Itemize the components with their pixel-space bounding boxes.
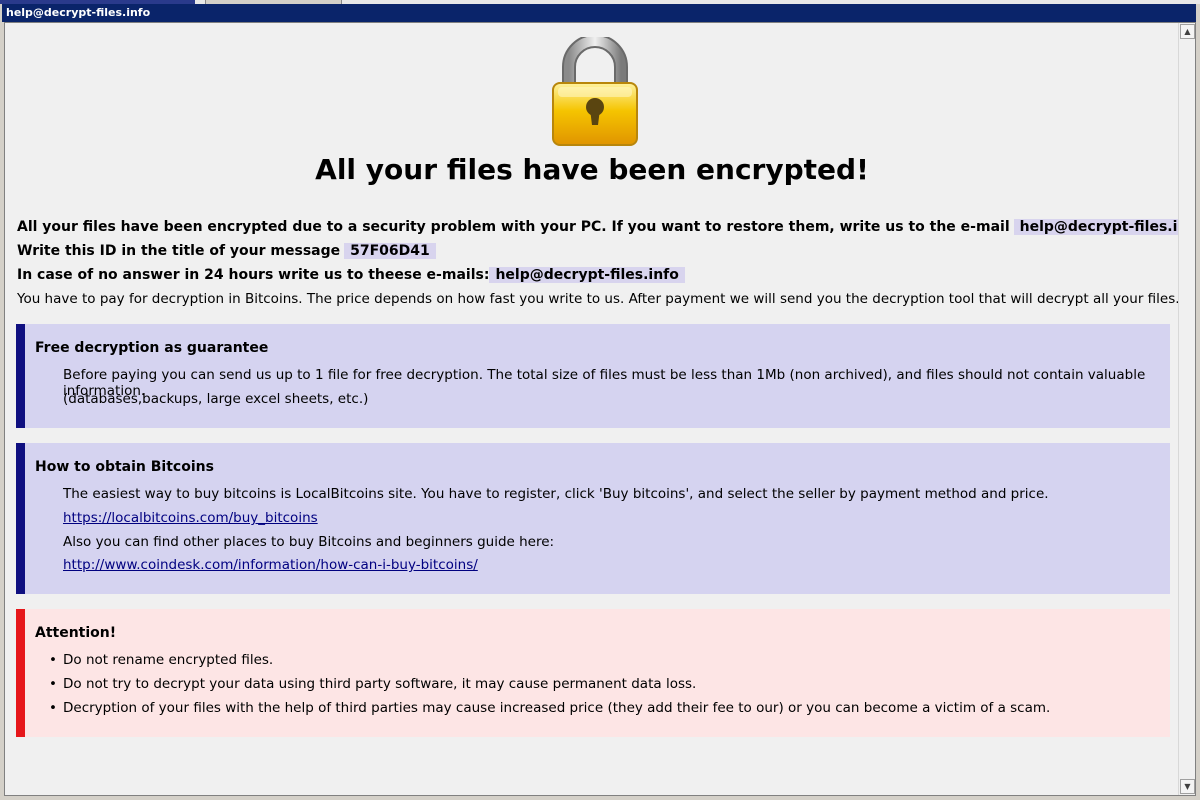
localbitcoins-link[interactable]: https://localbitcoins.com/buy_bitcoins (63, 510, 318, 526)
padlock-icon (552, 37, 638, 146)
attention-item: Decryption of your files with the help o… (49, 700, 1050, 716)
attention-item: Do not try to decrypt your data using th… (49, 676, 696, 692)
guarantee-heading: Free decryption as guarantee (35, 340, 269, 356)
coindesk-link-line: http://www.coindesk.com/information/how-… (63, 557, 478, 573)
intro-line-3: In case of no answer in 24 hours write u… (17, 267, 685, 283)
intro-line-2-text: Write this ID in the title of your messa… (17, 243, 341, 259)
intro-line-1: All your files have been encrypted due t… (17, 219, 1179, 235)
intro-line-1-text: All your files have been encrypted due t… (17, 219, 1010, 235)
vertical-scrollbar[interactable]: ▲ ▼ (1178, 23, 1195, 795)
bitcoins-text-1: The easiest way to buy bitcoins is Local… (63, 486, 1049, 502)
message-content: All your files have been encrypted! All … (5, 23, 1179, 795)
attention-heading: Attention! (35, 625, 117, 641)
victim-id: 57F06D41 (344, 243, 436, 259)
bitcoins-section: How to obtain Bitcoins The easiest way t… (16, 443, 1170, 594)
coindesk-link[interactable]: http://www.coindesk.com/information/how-… (63, 557, 478, 573)
attention-item: Do not rename encrypted files. (49, 652, 273, 668)
page-title: All your files have been encrypted! (315, 153, 869, 186)
bitcoins-text-2: Also you can find other places to buy Bi… (63, 534, 555, 550)
arrow-up-icon[interactable]: ▲ (1180, 24, 1195, 39)
contact-email: help@decrypt-files.info (1013, 219, 1179, 235)
arrow-down-icon[interactable]: ▼ (1180, 779, 1195, 794)
intro-line-3-text: In case of no answer in 24 hours write u… (17, 267, 490, 283)
window-client-area: All your files have been encrypted! All … (4, 22, 1196, 796)
localbitcoins-link-line: https://localbitcoins.com/buy_bitcoins (63, 510, 318, 526)
backup-email: help@decrypt-files.info (489, 267, 685, 283)
guarantee-text-2: (databases,backups, large excel sheets, … (63, 391, 369, 407)
bitcoins-heading: How to obtain Bitcoins (35, 459, 214, 475)
attention-section: Attention! Do not rename encrypted files… (16, 609, 1170, 737)
intro-line-4: You have to pay for decryption in Bitcoi… (17, 291, 1179, 307)
window-title: help@decrypt-files.info (2, 4, 1196, 22)
intro-line-2: Write this ID in the title of your messa… (17, 243, 436, 259)
guarantee-section: Free decryption as guarantee Before payi… (16, 324, 1170, 428)
